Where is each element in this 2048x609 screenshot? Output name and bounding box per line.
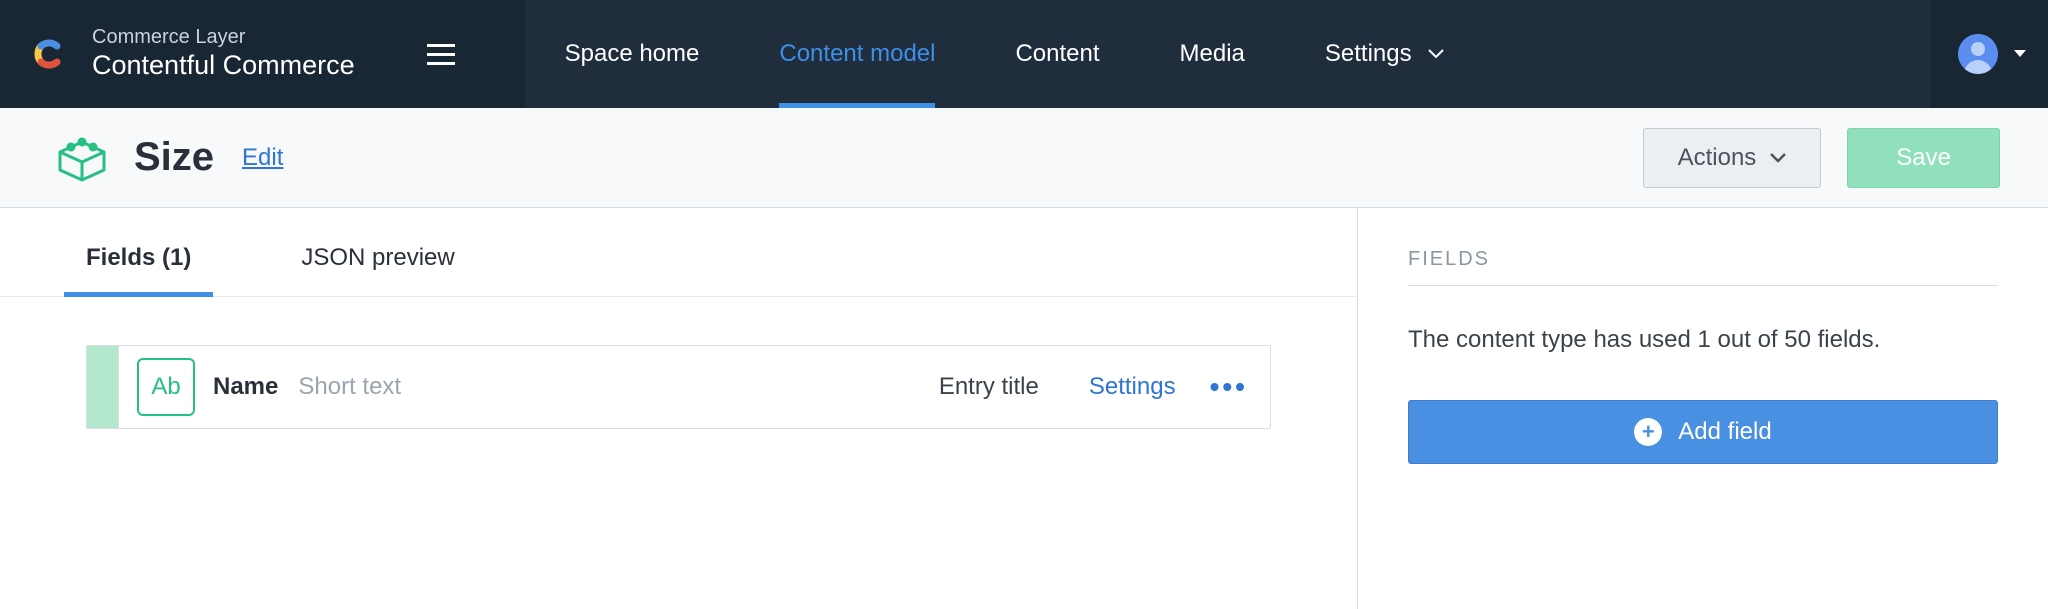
chevron-down-icon <box>1770 153 1786 163</box>
tab-fields[interactable]: Fields (1) <box>86 244 191 296</box>
nav-media[interactable]: Media <box>1140 0 1285 108</box>
left-pane: Fields (1) JSON preview Ab Name Short te… <box>0 208 1358 609</box>
primary-nav: Space home Content model Content Media S… <box>525 0 2048 108</box>
brand-title: Contentful Commerce <box>92 49 355 83</box>
menu-icon[interactable] <box>427 44 455 65</box>
nav-content-model[interactable]: Content model <box>739 0 975 108</box>
entry-title-badge: Entry title <box>939 373 1039 401</box>
field-row: Ab Name Short text Entry title Settings … <box>86 345 1271 429</box>
plus-circle-icon: + <box>1634 418 1662 446</box>
avatar-icon <box>1958 34 1998 74</box>
field-settings-link[interactable]: Settings <box>1089 373 1176 401</box>
drag-handle[interactable] <box>87 346 119 428</box>
fields-list: Ab Name Short text Entry title Settings … <box>0 297 1357 429</box>
page-title: Size <box>134 135 214 180</box>
actions-button[interactable]: Actions <box>1643 128 1822 188</box>
content-type-icon <box>54 130 110 186</box>
text-field-icon: Ab <box>137 358 195 416</box>
add-field-button[interactable]: + Add field <box>1408 400 1998 464</box>
add-field-label: Add field <box>1678 418 1771 446</box>
field-name-label: Name <box>213 373 278 401</box>
page-header: Size Edit Actions Save <box>0 108 2048 208</box>
right-sidebar: FIELDS The content type has used 1 out o… <box>1358 208 2048 609</box>
nav-space-home[interactable]: Space home <box>525 0 740 108</box>
save-button[interactable]: Save <box>1847 128 2000 188</box>
chevron-down-icon <box>1428 49 1444 59</box>
nav-content[interactable]: Content <box>975 0 1139 108</box>
edit-link[interactable]: Edit <box>242 144 283 172</box>
brand-subtitle: Commerce Layer <box>92 25 355 49</box>
fields-usage-text: The content type has used 1 out of 50 fi… <box>1408 322 1998 358</box>
brand-text: Commerce Layer Contentful Commerce <box>92 25 355 83</box>
top-navbar: Commerce Layer Contentful Commerce Space… <box>0 0 2048 108</box>
actions-button-label: Actions <box>1678 144 1757 172</box>
nav-settings-label: Settings <box>1325 40 1412 68</box>
brand-block: Commerce Layer Contentful Commerce <box>0 0 485 108</box>
user-menu[interactable] <box>1930 0 2048 108</box>
nav-settings[interactable]: Settings <box>1285 0 1484 108</box>
caret-down-icon <box>2014 50 2026 58</box>
content-type-tabs: Fields (1) JSON preview <box>0 208 1357 297</box>
contentful-logo-icon <box>26 32 70 76</box>
tab-json-preview[interactable]: JSON preview <box>301 244 454 296</box>
more-icon[interactable]: ••• <box>1210 371 1270 403</box>
sidebar-heading: FIELDS <box>1408 248 1998 286</box>
field-type-label: Short text <box>298 373 401 401</box>
